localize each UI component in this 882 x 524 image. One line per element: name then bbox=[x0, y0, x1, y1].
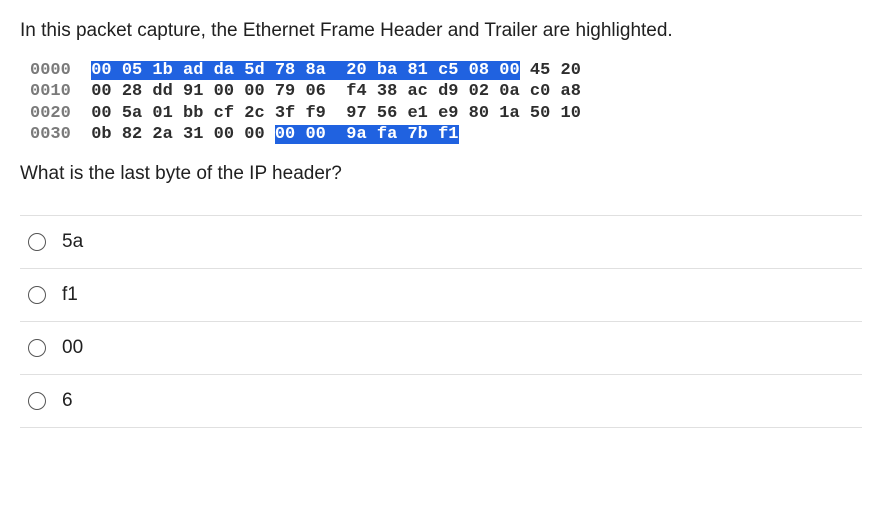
hex-bytes: 0b 82 2a 31 00 00 bbox=[71, 125, 275, 144]
answer-option-2[interactable]: 00 bbox=[20, 322, 862, 375]
radio-icon[interactable] bbox=[28, 392, 46, 410]
radio-icon[interactable] bbox=[28, 286, 46, 304]
answer-label: 00 bbox=[62, 337, 83, 359]
radio-icon[interactable] bbox=[28, 233, 46, 251]
answer-option-1[interactable]: f1 bbox=[20, 269, 862, 322]
hex-dump: 0000 00 05 1b ad da 5d 78 8a 20 ba 81 c5… bbox=[30, 60, 862, 145]
hex-bytes bbox=[71, 61, 91, 80]
hex-bytes: 00 5a 01 bb cf 2c 3f f9 97 56 e1 e9 80 1… bbox=[71, 104, 581, 123]
hex-bytes: 45 20 bbox=[520, 61, 581, 80]
question-intro: In this packet capture, the Ethernet Fra… bbox=[20, 20, 862, 42]
answer-option-3[interactable]: 6 bbox=[20, 375, 862, 428]
hex-offset: 0000 bbox=[30, 61, 71, 80]
answer-option-0[interactable]: 5a bbox=[20, 216, 862, 269]
hex-offset: 0010 bbox=[30, 82, 71, 101]
answer-label: 5a bbox=[62, 231, 83, 253]
hex-offset: 0020 bbox=[30, 104, 71, 123]
hex-highlight: 00 00 9a fa 7b f1 bbox=[275, 125, 459, 144]
sub-question: What is the last byte of the IP header? bbox=[20, 163, 862, 185]
hex-bytes: 00 28 dd 91 00 00 79 06 f4 38 ac d9 02 0… bbox=[71, 82, 581, 101]
hex-highlight: 00 05 1b ad da 5d 78 8a 20 ba 81 c5 08 0… bbox=[91, 61, 519, 80]
answer-label: 6 bbox=[62, 390, 73, 412]
radio-icon[interactable] bbox=[28, 339, 46, 357]
hex-offset: 0030 bbox=[30, 125, 71, 144]
answer-label: f1 bbox=[62, 284, 78, 306]
answer-options: 5a f1 00 6 bbox=[20, 215, 862, 428]
